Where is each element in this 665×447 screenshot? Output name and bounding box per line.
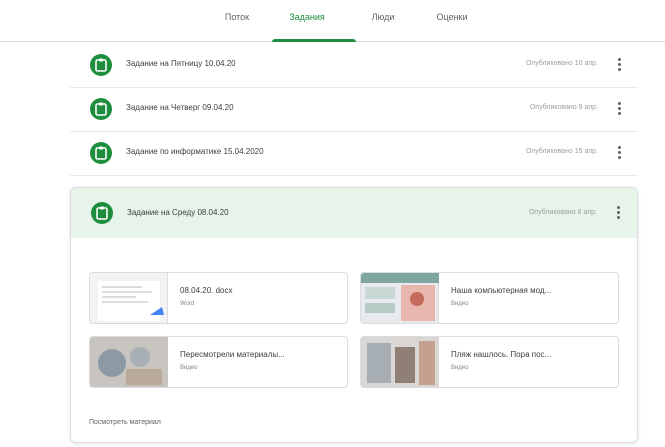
attachment-title: Пересмотрели материалы... <box>180 350 285 359</box>
assignment-date: Опубликовано 15 апр. <box>525 148 598 155</box>
attachment-card[interactable]: Пересмотрели материалы... Видео <box>89 336 348 388</box>
assignment-title: Задание на Среду 08.04.20 <box>127 208 229 217</box>
attachment-title: Наша компьютерная мод... <box>451 286 552 295</box>
more-options-icon[interactable] <box>614 56 624 76</box>
assignment-date: Опубликовано 10 апр. <box>525 60 598 67</box>
attachment-type: Word <box>180 301 195 307</box>
attachment-card[interactable]: 08.04.20. docx Word <box>89 272 348 324</box>
attachment-card[interactable]: Наша компьютерная мод... Видео <box>360 272 619 324</box>
video-thumbnail <box>361 273 439 323</box>
more-options-icon[interactable] <box>614 100 624 120</box>
expanded-assignment-card: Задание на Среду 08.04.20 Опубликовано 8… <box>70 187 638 443</box>
tab-people[interactable]: Люди <box>368 12 398 22</box>
tab-classwork[interactable]: Задания <box>282 12 332 22</box>
assignment-title: Задание на Пятницу 10.04.20 <box>126 59 236 68</box>
video-thumbnail <box>90 337 168 387</box>
assignment-date: Опубликовано 9 апр. <box>529 104 598 111</box>
attachment-type: Видео <box>180 365 198 371</box>
assignment-title: Задание на Четверг 09.04.20 <box>126 103 234 112</box>
assignment-icon <box>90 98 112 120</box>
top-navigation: Поток Задания Люди Оценки <box>0 0 665 42</box>
assignment-row-expanded[interactable]: Задание на Среду 08.04.20 Опубликовано 8… <box>71 188 637 238</box>
assignment-icon <box>91 202 113 224</box>
assignment-row[interactable]: Задание на Пятницу 10.04.20 Опубликовано… <box>70 44 638 88</box>
attachment-title: 08.04.20. docx <box>180 286 233 295</box>
assignment-row[interactable]: Задание на Четверг 09.04.20 Опубликовано… <box>70 88 638 132</box>
assignment-icon <box>90 54 112 76</box>
view-material-link[interactable]: Посмотреть материал <box>89 419 161 426</box>
tab-stream[interactable]: Поток <box>222 12 252 22</box>
assignment-title: Задание по информатике 15.04.2020 <box>126 147 264 156</box>
attachment-type: Видео <box>451 301 469 307</box>
active-tab-indicator <box>272 39 356 42</box>
assignment-date: Опубликовано 8 апр. <box>528 209 597 216</box>
assignment-list: Задание на Пятницу 10.04.20 Опубликовано… <box>70 44 638 176</box>
assignment-icon <box>90 142 112 164</box>
video-thumbnail <box>361 337 439 387</box>
attachment-card[interactable]: Пляж нашлось. Пора пос... Видео <box>360 336 619 388</box>
more-options-icon[interactable] <box>613 204 623 224</box>
attachment-title: Пляж нашлось. Пора пос... <box>451 350 552 359</box>
assignment-row[interactable]: Задание по информатике 15.04.2020 Опубли… <box>70 132 638 176</box>
tab-grades[interactable]: Оценки <box>432 12 472 22</box>
attachment-type: Видео <box>451 365 469 371</box>
document-thumbnail <box>90 273 168 323</box>
more-options-icon[interactable] <box>614 144 624 164</box>
